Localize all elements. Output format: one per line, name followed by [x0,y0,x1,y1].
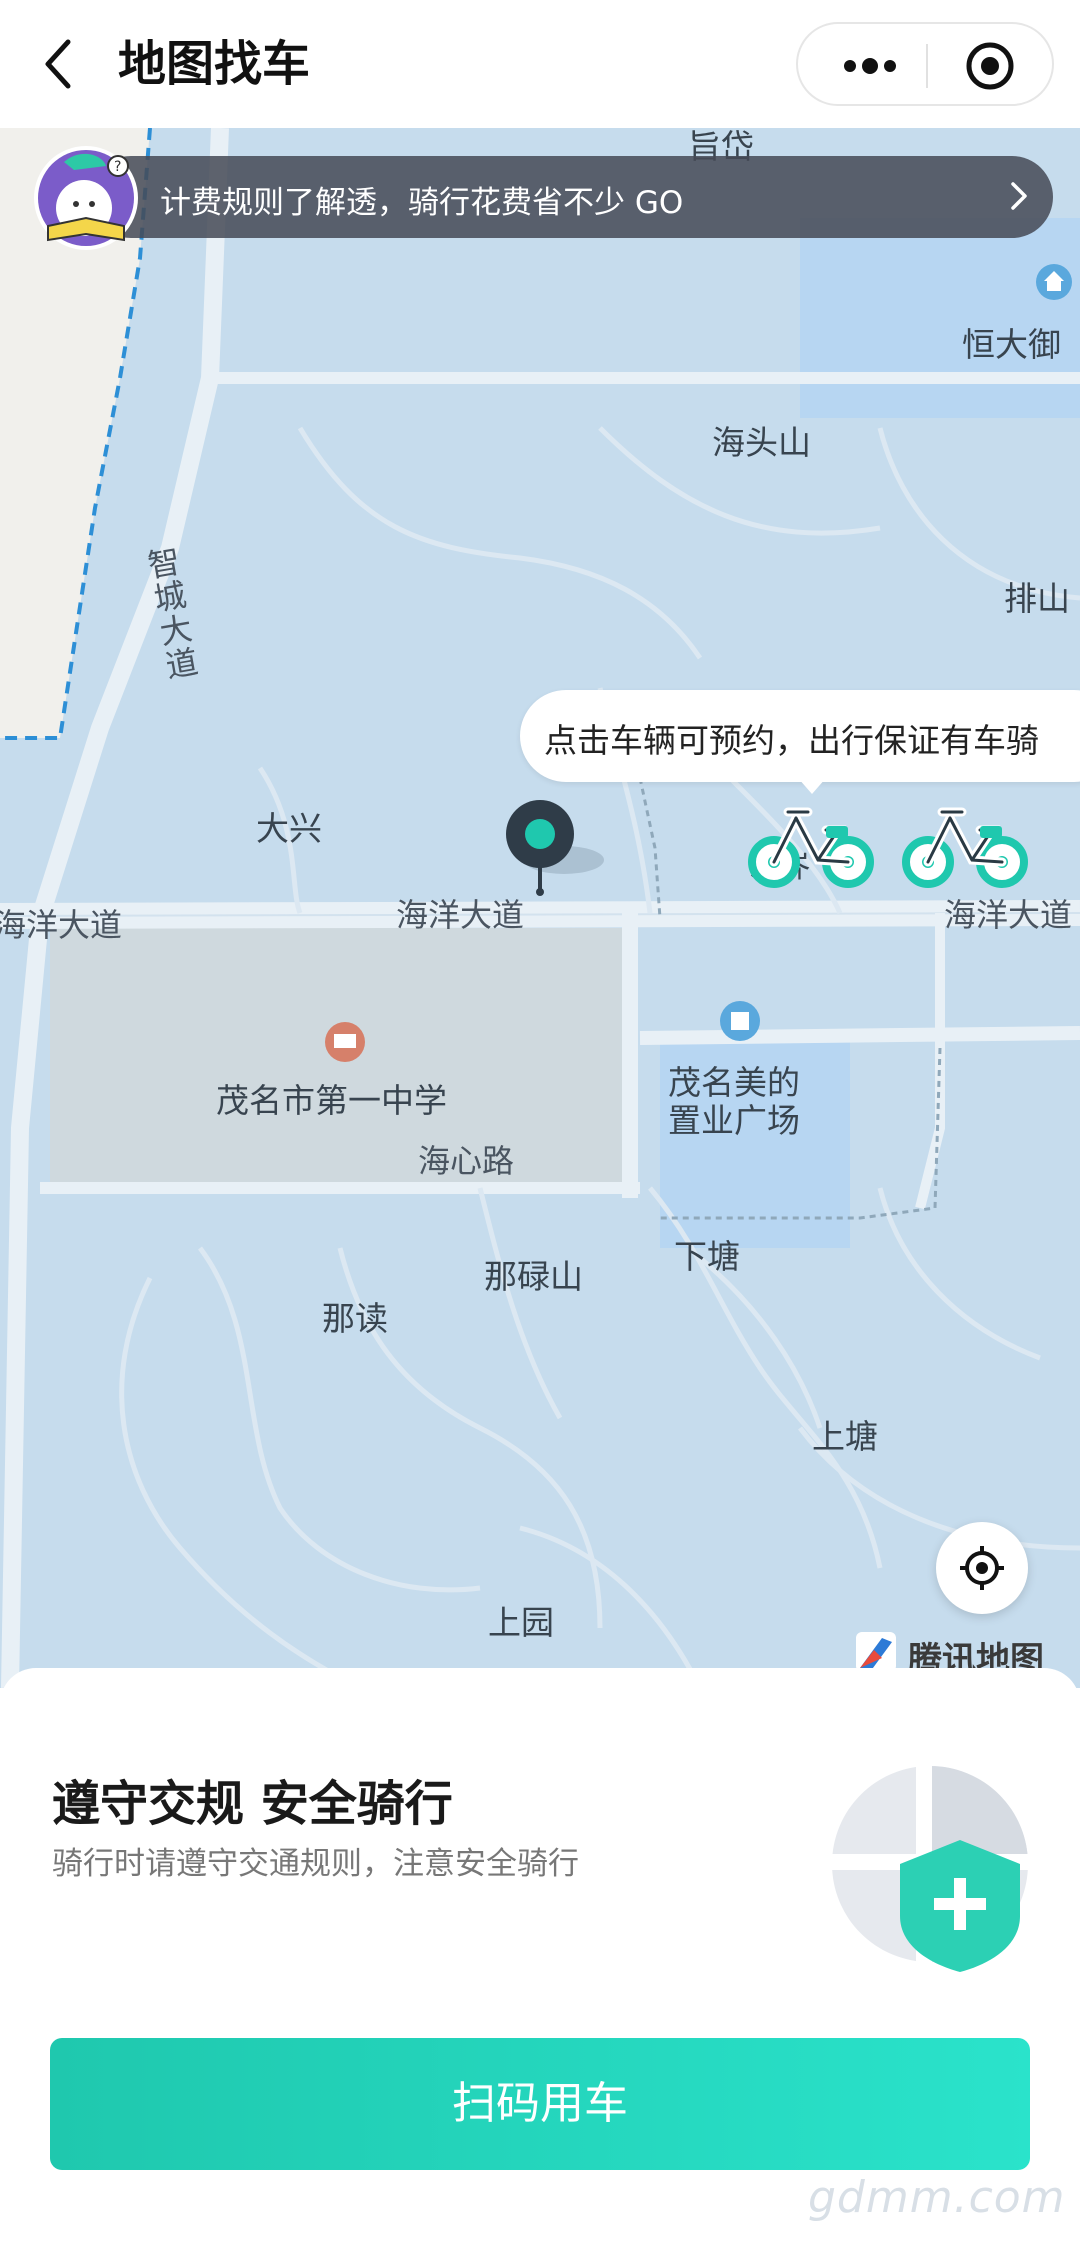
more-button[interactable] [828,38,908,94]
road-label-haiyang-right: 海洋大道 [944,896,1073,934]
map-label-hengda: 恒大御 [962,325,1061,364]
locate-button[interactable] [936,1522,1028,1614]
map-view[interactable]: 旨岱 恒大御 海头山 排山 大兴 海洋大道 海洋大道 海洋大道 茂名市第一中学 … [0,128,1080,1688]
locate-crosshair-icon [960,1546,1004,1590]
map-label-school: 茂名市第一中学 [216,1081,447,1120]
chevron-left-icon [45,39,71,89]
close-button[interactable] [948,36,1028,96]
road-label-haixinlu: 海心路 [418,1142,515,1180]
back-button[interactable] [30,28,90,100]
map-label-shangyuan: 上园 [488,1603,554,1642]
svg-text:?: ? [114,159,121,175]
more-dots-icon [844,58,896,74]
map-label-plaza-line2: 置业广场 [668,1101,800,1140]
notice-text: 计费规则了解透，骑行花费省不少 GO [160,185,684,221]
bike-icon [902,807,1028,888]
map-label-nadu: 那读 [322,1299,388,1338]
map-label-xiatang: 下塘 [674,1237,740,1276]
sheet-subtitle: 骑行时请遵守交通规则，注意安全骑行 [52,1846,579,1882]
watermark: gdmm.com [808,2172,1066,2223]
map-label-naluoshan: 那碌山 [484,1257,583,1296]
map-label-paishan: 排山 [1004,579,1070,618]
map-pin-icon [506,800,604,896]
page-title: 地图找车 [118,36,311,92]
tooltip-text: 点击车辆可预约，出行保证有车骑 [544,721,1039,760]
scan-to-ride-button[interactable]: 扫码用车 [50,2038,1030,2170]
current-location-pin [500,800,610,900]
chevron-right-icon [1011,182,1027,210]
map-label-shangtang: 上塘 [812,1417,878,1456]
bike-marker[interactable] [900,800,1030,890]
map-label-daxing: 大兴 [256,809,322,848]
tooltip-tail [798,778,826,794]
capsule-divider [926,44,928,88]
header-bar: 地图找车 [0,0,1080,128]
bike-icon [748,807,874,888]
road-label-haiyang-left: 海洋大道 [0,906,123,944]
reserve-tooltip: 点击车辆可预约，出行保证有车骑 [520,690,1080,794]
map-base-layer [0,128,1080,1688]
home-poi-icon [1036,264,1072,300]
fee-notice-banner[interactable]: 计费规则了解透，骑行花费省不少 GO ? [30,140,1053,250]
safety-sheet: 遵守交规 安全骑行 骑行时请遵守交通规则，注意安全骑行 扫码用车 [0,1668,1080,2258]
mini-program-capsule [796,22,1054,106]
school-poi-icon [325,1022,365,1062]
target-circle-icon [966,42,1014,90]
bike-marker[interactable] [746,800,876,890]
scan-button-label: 扫码用车 [452,2078,628,2129]
map-label-haitoushan: 海头山 [712,423,811,462]
sheet-title: 遵守交规 安全骑行 [52,1776,453,1832]
building-poi-icon [720,1001,760,1041]
mascot-reading-icon: ? [34,146,138,250]
shield-plus-icon [832,1766,1028,1972]
